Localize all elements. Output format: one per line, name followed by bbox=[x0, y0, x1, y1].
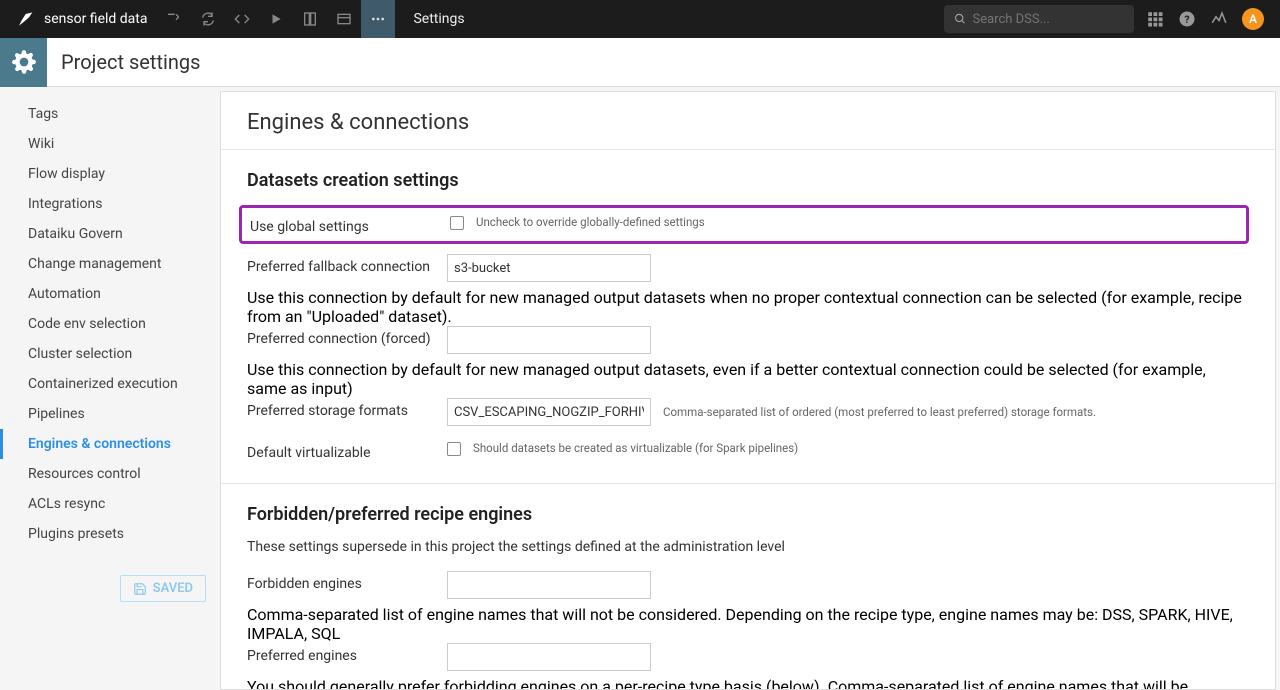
apps-icon[interactable] bbox=[1146, 10, 1164, 28]
use-global-label: Use global settings bbox=[250, 214, 450, 235]
forced-input[interactable] bbox=[447, 326, 651, 354]
highlight-use-global: Use global settings Uncheck to override … bbox=[239, 205, 1249, 244]
sidebar-item-flow-display[interactable]: Flow display bbox=[0, 159, 220, 189]
right-icons: ? A bbox=[1146, 8, 1264, 30]
page-title: Project settings bbox=[61, 50, 200, 74]
storage-help: Comma-separated list of ordered (most pr… bbox=[663, 404, 1096, 420]
subheader: Project settings bbox=[0, 38, 1280, 87]
project-title[interactable]: sensor field data bbox=[44, 11, 147, 27]
code-icon[interactable] bbox=[225, 0, 259, 38]
fallback-help: Use this connection by default for new m… bbox=[247, 288, 1249, 326]
saved-label: SAVED bbox=[153, 581, 193, 596]
main: Tags Wiki Flow display Integrations Data… bbox=[0, 87, 1280, 690]
sidebar-item-containerized[interactable]: Containerized execution bbox=[0, 369, 220, 399]
recipe-engines-title: Forbidden/preferred recipe engines bbox=[247, 504, 1249, 525]
tab-settings[interactable]: Settings bbox=[395, 0, 482, 38]
activity-icon[interactable] bbox=[1210, 10, 1228, 28]
sidebar-item-plugins[interactable]: Plugins presets bbox=[0, 519, 220, 549]
panel-icon[interactable] bbox=[327, 0, 361, 38]
flow-icon[interactable] bbox=[157, 0, 191, 38]
logo-icon[interactable] bbox=[14, 9, 34, 29]
sidebar-item-change-mgmt[interactable]: Change management bbox=[0, 249, 220, 279]
virtualizable-checkbox[interactable] bbox=[447, 442, 461, 456]
sidebar-item-code-env[interactable]: Code env selection bbox=[0, 309, 220, 339]
virtualizable-label: Default virtualizable bbox=[247, 440, 447, 461]
fallback-label: Preferred fallback connection bbox=[247, 254, 447, 275]
sidebar-item-tags[interactable]: Tags bbox=[0, 99, 220, 129]
sidebar: Tags Wiki Flow display Integrations Data… bbox=[0, 87, 220, 690]
sidebar-item-govern[interactable]: Dataiku Govern bbox=[0, 219, 220, 249]
section-title: Engines & connections bbox=[221, 92, 1275, 149]
more-icon[interactable] bbox=[361, 0, 395, 38]
sidebar-item-engines[interactable]: Engines & connections bbox=[0, 429, 220, 459]
play-icon[interactable] bbox=[259, 0, 293, 38]
sidebar-item-cluster[interactable]: Cluster selection bbox=[0, 339, 220, 369]
content: Engines & connections Datasets creation … bbox=[220, 91, 1276, 690]
sidebar-item-resources[interactable]: Resources control bbox=[0, 459, 220, 489]
preferred-help: You should generally prefer forbidding e… bbox=[247, 677, 1249, 690]
forbidden-help: Comma-separated list of engine names tha… bbox=[247, 605, 1249, 643]
cycle-icon[interactable] bbox=[191, 0, 225, 38]
settings-gear-box bbox=[0, 38, 47, 87]
avatar[interactable]: A bbox=[1242, 8, 1264, 30]
use-global-help: Uncheck to override globally-defined set… bbox=[476, 214, 705, 230]
save-icon bbox=[133, 582, 147, 596]
topbar: sensor field data Settings ? A bbox=[0, 0, 1280, 38]
sidebar-item-wiki[interactable]: Wiki bbox=[0, 129, 220, 159]
preferred-label: Preferred engines bbox=[247, 643, 447, 664]
recipe-engines-desc: These settings supersede in this project… bbox=[247, 539, 1249, 555]
svg-text:?: ? bbox=[1184, 13, 1189, 26]
forbidden-input[interactable] bbox=[447, 571, 651, 599]
preferred-input[interactable] bbox=[447, 643, 651, 671]
storage-label: Preferred storage formats bbox=[247, 398, 447, 419]
search-input[interactable] bbox=[972, 12, 1124, 27]
datasets-creation-section: Datasets creation settings Use global se… bbox=[221, 150, 1275, 483]
forbidden-label: Forbidden engines bbox=[247, 571, 447, 592]
help-icon[interactable]: ? bbox=[1178, 10, 1196, 28]
use-global-checkbox[interactable] bbox=[450, 216, 464, 230]
recipe-engines-section: Forbidden/preferred recipe engines These… bbox=[221, 484, 1275, 690]
sidebar-item-pipelines[interactable]: Pipelines bbox=[0, 399, 220, 429]
tool-icons bbox=[157, 0, 395, 38]
sidebar-item-acls[interactable]: ACLs resync bbox=[0, 489, 220, 519]
fallback-input[interactable] bbox=[447, 254, 651, 282]
sidebar-item-automation[interactable]: Automation bbox=[0, 279, 220, 309]
gear-icon bbox=[11, 49, 37, 75]
virtualizable-help: Should datasets be created as virtualiza… bbox=[473, 440, 798, 456]
datasets-creation-title: Datasets creation settings bbox=[247, 170, 1249, 191]
sidebar-item-integrations[interactable]: Integrations bbox=[0, 189, 220, 219]
book-icon[interactable] bbox=[293, 0, 327, 38]
search-box[interactable] bbox=[944, 5, 1134, 33]
forced-label: Preferred connection (forced) bbox=[247, 326, 447, 347]
saved-button[interactable]: SAVED bbox=[120, 575, 206, 602]
search-icon bbox=[954, 12, 966, 26]
forced-help: Use this connection by default for new m… bbox=[247, 360, 1249, 398]
storage-input[interactable] bbox=[447, 398, 651, 426]
